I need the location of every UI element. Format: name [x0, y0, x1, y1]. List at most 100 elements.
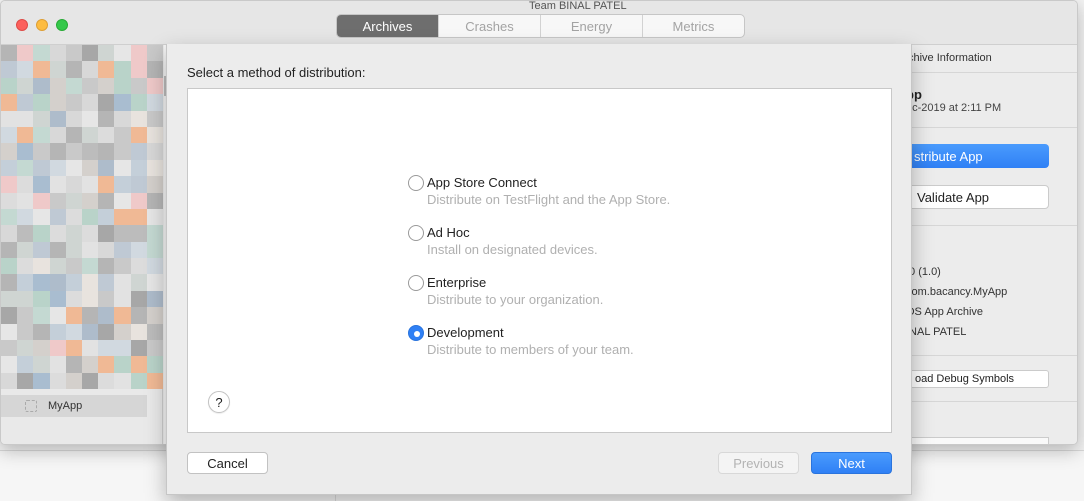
blurred-thumbnail-cell — [114, 241, 131, 259]
distribute-app-button[interactable]: stribute App — [898, 144, 1049, 168]
blurred-thumbnail-cell — [81, 307, 99, 324]
blurred-thumbnail-cell — [1, 340, 18, 357]
divider — [888, 401, 1077, 402]
blurred-thumbnail-cell — [33, 110, 50, 127]
blurred-thumbnail-cell — [33, 258, 50, 275]
blurred-thumbnail-cell — [81, 159, 99, 177]
blurred-thumbnail-cell — [146, 307, 163, 324]
archive-type: OS App Archive — [906, 306, 984, 318]
validate-app-button[interactable]: Validate App — [898, 185, 1049, 209]
next-button[interactable]: Next — [811, 452, 892, 474]
blurred-thumbnail-cell — [130, 192, 147, 209]
blurred-thumbnail-cell — [17, 241, 34, 259]
radio-development[interactable] — [408, 325, 424, 341]
blurred-thumbnail-cell — [17, 372, 34, 390]
blurred-thumbnail-cell — [146, 340, 163, 357]
blurred-thumbnail-cell — [49, 159, 66, 177]
blurred-thumbnail-cell — [98, 159, 115, 177]
organizer-tabs: Archives Crashes Energy Metrics — [336, 14, 745, 38]
zoom-window-button[interactable] — [56, 19, 68, 31]
tab-energy[interactable]: Energy — [541, 15, 643, 37]
blurred-thumbnail-cell — [17, 258, 34, 275]
tab-archives[interactable]: Archives — [337, 15, 439, 37]
blurred-thumbnail-cell — [98, 77, 115, 95]
blurred-thumbnail-cell — [65, 241, 82, 259]
blurred-thumbnail-cell — [98, 94, 115, 111]
radio-app-store-connect[interactable] — [408, 175, 424, 191]
blurred-thumbnail-cell — [98, 323, 115, 341]
blurred-thumbnail-cell — [130, 61, 147, 78]
blurred-thumbnail-cell — [114, 126, 131, 144]
tab-crashes[interactable]: Crashes — [439, 15, 541, 37]
blurred-thumbnail-cell — [17, 323, 34, 341]
close-window-button[interactable] — [16, 19, 28, 31]
blurred-thumbnail-cell — [65, 356, 82, 373]
blurred-thumbnail-cell — [130, 241, 147, 259]
archive-date: ec-2019 at 2:11 PM — [906, 102, 1002, 114]
blurred-thumbnail-cell — [130, 307, 147, 324]
blurred-thumbnail-cell — [65, 45, 82, 62]
download-debug-symbols-button[interactable]: oad Debug Symbols — [898, 370, 1049, 388]
blurred-thumbnail-cell — [33, 94, 50, 111]
blurred-thumbnail-cell — [17, 126, 34, 144]
blurred-thumbnail-cell — [49, 45, 66, 62]
blurred-thumbnail-cell — [49, 258, 66, 275]
blurred-thumbnail-cell — [81, 143, 99, 160]
blurred-thumbnail-cell — [98, 225, 115, 242]
blurred-thumbnail-cell — [130, 372, 147, 390]
sidebar-item-myapp[interactable]: MyApp — [1, 395, 147, 417]
blurred-thumbnail-cell — [146, 323, 163, 341]
blurred-thumbnail-cell — [98, 241, 115, 259]
blurred-thumbnail-cell — [146, 372, 163, 390]
blurred-thumbnail-cell — [130, 45, 147, 62]
blurred-thumbnail-cell — [17, 274, 34, 291]
blurred-thumbnail-cell — [33, 307, 50, 324]
option-description: Distribute on TestFlight and the App Sto… — [427, 192, 671, 207]
blurred-thumbnail-cell — [130, 176, 147, 193]
blurred-thumbnail-cell — [130, 126, 147, 144]
minimize-window-button[interactable] — [36, 19, 48, 31]
blurred-thumbnail-cell — [81, 208, 99, 226]
blurred-thumbnail-cell — [17, 176, 34, 193]
blurred-thumbnail-cell — [65, 274, 82, 291]
blurred-thumbnail-cell — [1, 258, 18, 275]
blurred-thumbnail-cell — [146, 225, 163, 242]
blurred-thumbnail-cell — [146, 126, 163, 144]
previous-button[interactable]: Previous — [718, 452, 799, 474]
radio-enterprise[interactable] — [408, 275, 424, 291]
sheet-title: Select a method of distribution: — [187, 65, 366, 80]
blurred-thumbnail-cell — [65, 94, 82, 111]
blurred-thumbnail-cell — [81, 45, 99, 62]
blurred-thumbnail-cell — [33, 372, 50, 390]
tab-metrics[interactable]: Metrics — [643, 15, 744, 37]
blurred-thumbnail-cell — [114, 143, 131, 160]
blurred-thumbnail-cell — [81, 258, 99, 275]
distribution-method-sheet: Select a method of distribution: App Sto… — [166, 44, 912, 495]
blurred-thumbnail-cell — [114, 192, 131, 209]
blurred-thumbnail-cell — [114, 307, 131, 324]
blurred-thumbnail-cell — [17, 45, 34, 62]
blurred-thumbnail-cell — [49, 241, 66, 259]
radio-ad-hoc[interactable] — [408, 225, 424, 241]
blurred-thumbnail-cell — [33, 192, 50, 209]
blurred-thumbnail-cell — [114, 45, 131, 62]
blurred-thumbnail-cell — [17, 61, 34, 78]
archive-identifier: com.bacancy.MyApp — [906, 286, 1008, 298]
option-description: Distribute to your organization. — [427, 292, 604, 307]
blurred-thumbnail-cell — [146, 61, 163, 78]
blurred-thumbnail-cell — [65, 159, 82, 177]
blurred-thumbnail-cell — [146, 94, 163, 111]
blurred-thumbnail-cell — [146, 290, 163, 308]
blurred-thumbnail-cell — [81, 77, 99, 95]
blurred-thumbnail-cell — [1, 192, 18, 209]
blurred-thumbnail-cell — [33, 241, 50, 259]
blurred-thumbnail-cell — [17, 110, 34, 127]
blurred-thumbnail-cell — [114, 208, 131, 226]
blurred-thumbnail-cell — [33, 143, 50, 160]
blurred-thumbnail-cell — [114, 356, 131, 373]
blurred-thumbnail-cell — [146, 356, 163, 373]
blurred-thumbnail-cell — [65, 307, 82, 324]
option-title: Ad Hoc — [427, 225, 470, 240]
cancel-button[interactable]: Cancel — [187, 452, 268, 474]
help-button[interactable]: ? — [208, 391, 230, 413]
